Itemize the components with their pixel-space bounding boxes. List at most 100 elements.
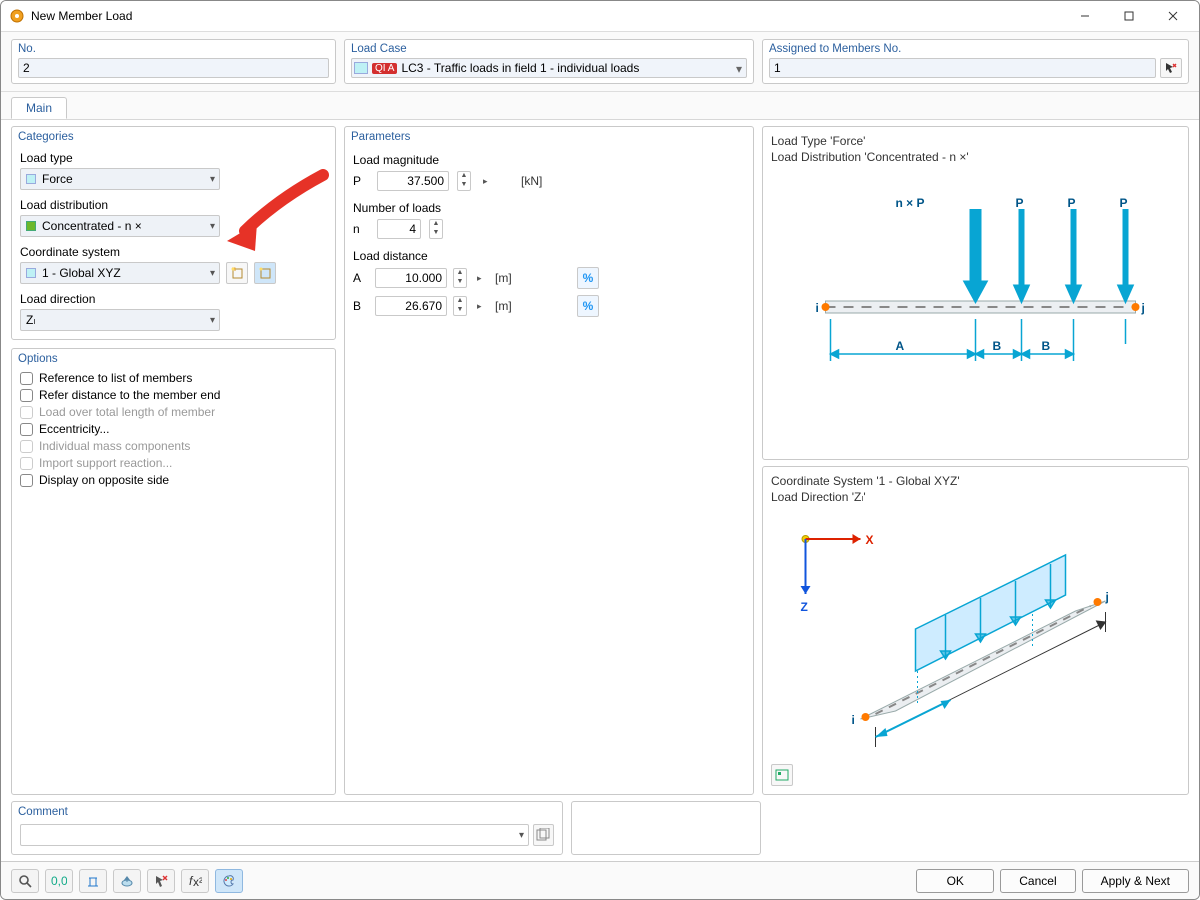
categories-panel: Categories Load type Force ▾ Load distri… [11,126,336,340]
loadcase-tag: QI A [372,63,397,74]
loadcase-select[interactable]: QI A LC3 - Traffic loads in field 1 - in… [351,58,747,78]
load-dist-value: Concentrated - n × [42,219,142,233]
svg-text:0,00: 0,00 [51,875,67,887]
n-input[interactable] [377,219,421,239]
svg-text:A: A [896,339,905,353]
a-symbol: A [353,271,369,285]
svg-text:j: j [1105,590,1109,604]
comment-input[interactable]: ▾ [20,824,529,846]
loadcase-text: LC3 - Traffic loads in field 1 - individ… [401,61,639,75]
coord-sys-label: Coordinate system [20,245,327,259]
option-refer-end[interactable]: Refer distance to the member end [20,388,327,402]
svg-text:P: P [1068,196,1076,210]
load-type-select[interactable]: Force ▾ [20,168,220,190]
a-spinner[interactable]: ▲▼ [453,268,467,288]
option-mass-components: Individual mass components [20,439,327,453]
svg-text:n × P: n × P [896,196,925,210]
checkbox-icon [20,423,33,436]
categories-title: Categories [18,131,329,143]
force-swatch-icon [26,174,36,184]
chevron-down-icon: ▾ [210,221,215,232]
cancel-button[interactable]: Cancel [1000,869,1075,893]
comment-library-button[interactable] [533,824,554,846]
load-distribution-select[interactable]: Concentrated - n × ▾ [20,215,220,237]
pick-members-button[interactable] [1160,58,1182,78]
option-eccentricity[interactable]: Eccentricity... [20,422,327,436]
ok-button[interactable]: OK [916,869,994,893]
option-over-total: Load over total length of member [20,405,327,419]
chevron-down-icon: ▾ [210,174,215,185]
tool-search-button[interactable] [11,869,39,893]
a-input[interactable] [375,268,447,288]
checkbox-icon [20,372,33,385]
window-title: New Member Load [31,9,132,23]
concentrated-swatch-icon [26,221,36,231]
new-coord-button[interactable] [226,262,248,284]
load-dist-label: Load distribution [20,198,327,212]
header-assigned-box: Assigned to Members No. [762,39,1189,84]
b-spinner[interactable]: ▲▼ [453,296,467,316]
comment-title: Comment [18,806,556,818]
apply-next-button[interactable]: Apply & Next [1082,869,1189,893]
checkbox-icon [20,406,33,419]
svg-text:X: X [866,533,874,547]
tool-palette-button[interactable] [215,869,243,893]
arrow-right-icon[interactable]: ▸ [483,176,513,187]
load-direction-select[interactable]: Zₗ ▾ [20,309,220,331]
header-row: No. Load Case QI A LC3 - Traffic loads i… [1,31,1199,92]
chevron-down-icon: ▾ [519,830,524,841]
diagram-bottom-text: Coordinate System '1 - Global XYZ' Load … [771,473,1180,505]
svg-text:B: B [1042,339,1051,353]
p-spinner[interactable]: ▲▼ [457,171,471,191]
coordinate-diagram: X Z i j [771,509,1180,759]
coord-sys-select[interactable]: 1 - Global XYZ ▾ [20,262,220,284]
load-distribution-diagram: i j n × P P P P [771,169,1180,397]
chevron-down-icon: ▾ [210,315,215,326]
edit-coord-button[interactable] [254,262,276,284]
p-input[interactable] [377,171,449,191]
svg-text:Z: Z [801,600,808,614]
titlebar: New Member Load [1,1,1199,31]
tool-function-button[interactable]: fx² [181,869,209,893]
b-unit: [m] [495,299,525,313]
b-input[interactable] [375,296,447,316]
load-type-value: Force [42,172,73,186]
options-panel: Options Reference to list of members Ref… [11,348,336,795]
svg-text:x²: x² [193,875,202,888]
tab-main[interactable]: Main [11,97,67,119]
arrow-right-icon[interactable]: ▸ [477,301,489,312]
chevron-down-icon: ▾ [736,62,742,76]
checkbox-icon [20,389,33,402]
minimize-button[interactable] [1063,2,1107,30]
diagram-top-text: Load Type 'Force' Load Distribution 'Con… [771,133,1180,165]
option-reference-list[interactable]: Reference to list of members [20,371,327,385]
coord-swatch-icon [26,268,36,278]
diagram-view-button[interactable] [771,764,793,786]
assigned-input[interactable] [769,58,1156,78]
number-loads-label: Number of loads [353,201,745,215]
tool-delete-pick-button[interactable] [147,869,175,893]
coord-sys-value: 1 - Global XYZ [42,266,121,280]
header-no-box: No. [11,39,336,84]
arrow-right-icon[interactable]: ▸ [477,273,489,284]
load-dir-value: Zₗ [26,313,35,327]
b-percent-button[interactable]: % [577,295,599,317]
tool-structure-button[interactable] [79,869,107,893]
no-input[interactable] [18,58,329,78]
comment-panel: Comment ▾ [11,801,563,855]
n-spinner[interactable]: ▲▼ [429,219,443,239]
tool-cloud-button[interactable] [113,869,141,893]
svg-text:B: B [993,339,1002,353]
a-percent-button[interactable]: % [577,267,599,289]
close-button[interactable] [1151,2,1195,30]
checkbox-icon [20,474,33,487]
header-loadcase-box: Load Case QI A LC3 - Traffic loads in fi… [344,39,754,84]
svg-text:i: i [852,713,855,727]
loadcase-swatch-icon [354,62,368,74]
tab-row: Main [1,92,1199,120]
parameters-title: Parameters [351,131,747,143]
option-opposite-side[interactable]: Display on opposite side [20,473,327,487]
load-distance-label: Load distance [353,249,745,263]
maximize-button[interactable] [1107,2,1151,30]
tool-units-button[interactable]: 0,00 [45,869,73,893]
